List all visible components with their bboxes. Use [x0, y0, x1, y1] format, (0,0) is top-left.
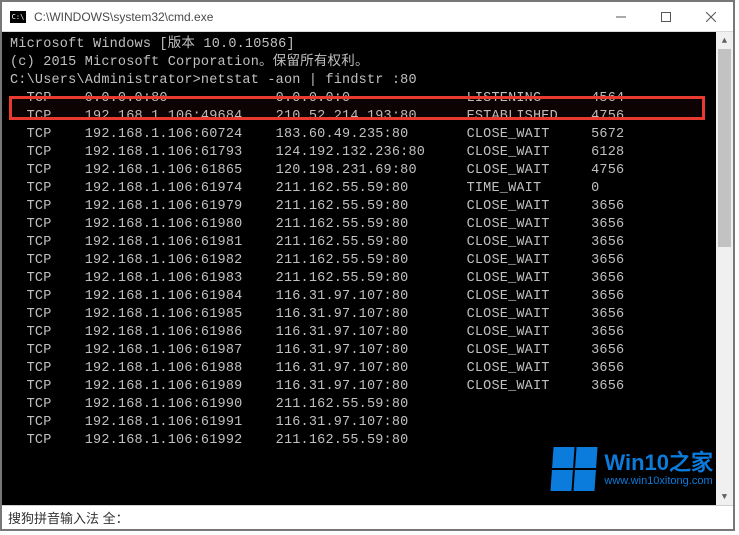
netstat-row: TCP 192.168.1.106:61979 211.162.55.59:80…: [10, 198, 727, 216]
minimize-button[interactable]: [598, 2, 643, 32]
scroll-down-arrow[interactable]: ▼: [716, 488, 733, 505]
header-line: (c) 2015 Microsoft Corporation。保留所有权利。: [10, 54, 727, 72]
scroll-up-arrow[interactable]: ▲: [716, 32, 733, 49]
netstat-row: TCP 192.168.1.106:61992 211.162.55.59:80: [10, 432, 727, 450]
netstat-row: TCP 192.168.1.106:60724 183.60.49.235:80…: [10, 126, 727, 144]
netstat-row: TCP 192.168.1.106:61986 116.31.97.107:80…: [10, 324, 727, 342]
netstat-row: TCP 192.168.1.106:61793 124.192.132.236:…: [10, 144, 727, 162]
netstat-row: TCP 192.168.1.106:61984 116.31.97.107:80…: [10, 288, 727, 306]
titlebar[interactable]: C:\WINDOWS\system32\cmd.exe: [2, 2, 733, 32]
vertical-scrollbar[interactable]: ▲ ▼: [716, 32, 733, 505]
netstat-row: TCP 192.168.1.106:61987 116.31.97.107:80…: [10, 342, 727, 360]
close-button[interactable]: [688, 2, 733, 32]
window-controls: [598, 2, 733, 31]
scroll-track[interactable]: [716, 49, 733, 488]
netstat-row: TCP 192.168.1.106:61983 211.162.55.59:80…: [10, 270, 727, 288]
header-line: Microsoft Windows [版本 10.0.10586]: [10, 36, 727, 54]
maximize-button[interactable]: [643, 2, 688, 32]
netstat-row: TCP 192.168.1.106:61991 116.31.97.107:80: [10, 414, 727, 432]
netstat-row: TCP 192.168.1.106:61982 211.162.55.59:80…: [10, 252, 727, 270]
netstat-row: TCP 192.168.1.106:61980 211.162.55.59:80…: [10, 216, 727, 234]
ime-statusbar[interactable]: 搜狗拼音输入法 全：: [2, 505, 733, 529]
netstat-row: TCP 192.168.1.106:61989 116.31.97.107:80…: [10, 378, 727, 396]
ime-status-text: 搜狗拼音输入法 全：: [8, 508, 129, 527]
cmd-window: C:\WINDOWS\system32\cmd.exe Microsoft Wi…: [2, 2, 733, 529]
netstat-row-highlighted: TCP 0.0.0.0:80 0.0.0.0:0 LISTENING 4564: [10, 90, 727, 108]
command-line: C:\Users\Administrator>netstat -aon | fi…: [10, 72, 727, 90]
netstat-row: TCP 192.168.1.106:49684 210.52.214.193:8…: [10, 108, 727, 126]
netstat-row: TCP 192.168.1.106:61981 211.162.55.59:80…: [10, 234, 727, 252]
netstat-row: TCP 192.168.1.106:61985 116.31.97.107:80…: [10, 306, 727, 324]
netstat-row: TCP 192.168.1.106:61990 211.162.55.59:80: [10, 396, 727, 414]
cmd-icon: [10, 11, 26, 23]
window-title: C:\WINDOWS\system32\cmd.exe: [34, 10, 598, 24]
netstat-row: TCP 192.168.1.106:61865 120.198.231.69:8…: [10, 162, 727, 180]
terminal-output[interactable]: Microsoft Windows [版本 10.0.10586] (c) 20…: [2, 32, 733, 505]
scroll-thumb[interactable]: [718, 49, 731, 247]
netstat-row: TCP 192.168.1.106:61988 116.31.97.107:80…: [10, 360, 727, 378]
netstat-row: TCP 192.168.1.106:61974 211.162.55.59:80…: [10, 180, 727, 198]
